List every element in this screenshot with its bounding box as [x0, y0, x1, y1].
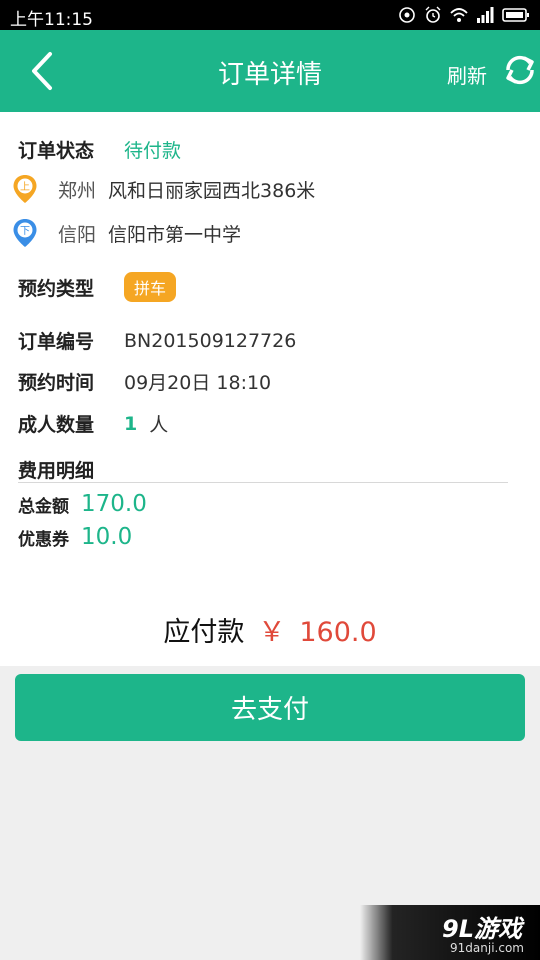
signal-icon	[477, 7, 494, 23]
adults-row: 成人数量 1 人	[18, 410, 168, 437]
order-number-label: 订单编号	[18, 331, 95, 353]
app-bar: 订单详情 刷新	[0, 30, 540, 112]
status-bar: 上午11:15	[0, 0, 540, 30]
pickup-row: 上 郑州 风和日丽家园西北386米	[12, 174, 315, 204]
fee-divider	[18, 482, 508, 483]
refresh-icon[interactable]	[500, 50, 540, 90]
adults-unit: 人	[149, 414, 169, 436]
dropoff-city: 信阳	[58, 223, 97, 246]
watermark: 9L游戏 91danji.com	[360, 905, 540, 960]
currency-symbol: ￥	[258, 617, 286, 648]
coupon-row: 优惠券 10.0	[18, 524, 132, 550]
watermark-brand: 9L游戏	[442, 915, 522, 943]
cast-icon	[399, 7, 415, 23]
pickup-city: 郑州	[58, 179, 97, 202]
fee-section-header: 费用明细	[18, 456, 94, 483]
order-number-row: 订单编号 BN201509127726	[18, 327, 296, 354]
adults-label: 成人数量	[18, 414, 95, 436]
pickup-pin-icon: 上	[13, 175, 37, 203]
booking-time-value: 09月20日 18:10	[124, 372, 272, 394]
coupon-value: 10.0	[81, 524, 133, 550]
order-type-badge: 拼车	[124, 272, 177, 302]
wifi-icon	[450, 8, 468, 22]
amount-due-label: 应付款	[163, 617, 245, 648]
order-status-row: 订单状态 待付款	[18, 136, 181, 163]
alarm-icon	[425, 6, 441, 23]
refresh-button[interactable]: 刷新	[447, 60, 487, 89]
order-status-label: 订单状态	[18, 140, 95, 162]
pickup-tag: 上	[20, 181, 30, 193]
dropoff-tag: 下	[20, 226, 30, 237]
pay-button[interactable]: 去支付	[15, 674, 525, 741]
watermark-url: 91danji.com	[450, 941, 524, 955]
order-number-value: BN201509127726	[124, 329, 297, 352]
dropoff-pin-icon: 下	[13, 219, 37, 247]
status-time: 上午11:15	[10, 10, 93, 30]
total-amount-row: 总金额 170.0	[18, 491, 147, 517]
order-detail-card: 订单状态 待付款 上 郑州 风和日丽家园西北386米 下 信阳 信阳市第一中学 …	[0, 112, 540, 666]
order-status-value: 待付款	[124, 140, 182, 162]
total-amount-value: 170.0	[81, 491, 147, 517]
booking-time-label: 预约时间	[18, 372, 95, 394]
dropoff-row: 下 信阳 信阳市第一中学	[12, 218, 241, 248]
dropoff-place: 信阳市第一中学	[108, 223, 242, 246]
order-type-row: 预约类型 拼车	[18, 272, 177, 302]
adults-count: 1	[124, 412, 138, 435]
order-type-label: 预约类型	[18, 277, 95, 300]
fee-section-label: 费用明细	[18, 460, 95, 482]
booking-time-row: 预约时间 09月20日 18:10	[18, 368, 271, 395]
battery-icon	[502, 8, 529, 22]
pickup-place: 风和日丽家园西北386米	[108, 179, 316, 202]
coupon-label: 优惠券	[18, 529, 69, 550]
amount-due: 应付款 ￥ 160.0	[0, 610, 540, 649]
amount-due-value: 160.0	[299, 617, 377, 648]
status-icons	[398, 6, 530, 24]
total-amount-label: 总金额	[18, 496, 69, 517]
